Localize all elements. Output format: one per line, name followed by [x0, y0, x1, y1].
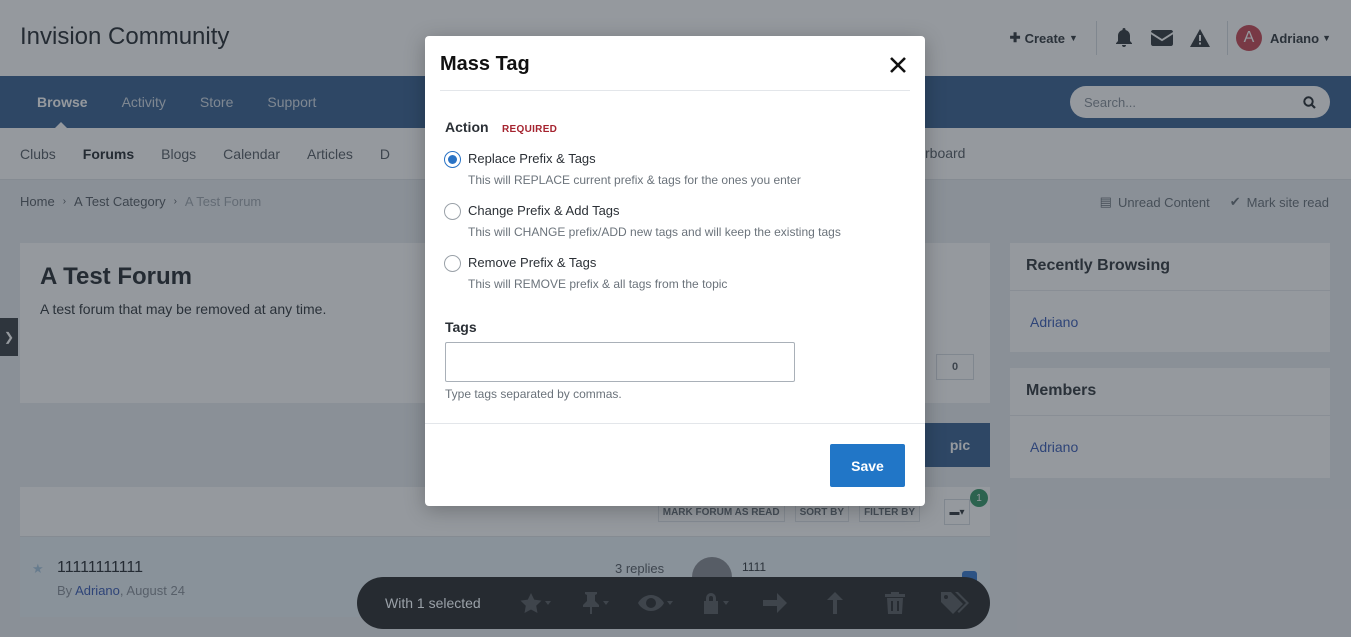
radio-label[interactable]: Change Prefix & Add Tags [468, 203, 620, 218]
moderation-bar: With 1 selected [357, 577, 990, 629]
radio-description: This will REPLACE current prefix & tags … [468, 173, 801, 187]
tags-label: Tags [445, 319, 477, 335]
merge-icon[interactable] [805, 592, 865, 614]
tags-hint: Type tags separated by commas. [445, 387, 622, 401]
eye-icon[interactable] [625, 595, 685, 611]
trash-icon[interactable] [865, 592, 925, 614]
dialog-footer-divider [425, 423, 925, 424]
tags-input[interactable] [445, 342, 795, 382]
tags-icon[interactable] [925, 592, 985, 614]
selection-count: With 1 selected [385, 595, 481, 611]
save-button[interactable]: Save [830, 444, 905, 487]
lock-icon[interactable] [685, 592, 745, 614]
star-icon[interactable] [505, 593, 565, 613]
dialog-title: Mass Tag [440, 53, 530, 75]
required-badge: REQUIRED [502, 124, 558, 135]
radio-label[interactable]: Replace Prefix & Tags [468, 151, 596, 166]
radio-label[interactable]: Remove Prefix & Tags [468, 255, 596, 270]
radio-description: This will CHANGE prefix/ADD new tags and… [468, 225, 841, 239]
dialog-header: Mass Tag [440, 36, 910, 91]
mass-tag-dialog: Mass Tag Action REQUIRED Replace Prefix … [425, 36, 925, 506]
move-arrow-icon[interactable] [745, 593, 805, 613]
radio-button-remove[interactable] [444, 255, 461, 272]
radio-button-change[interactable] [444, 203, 461, 220]
action-label: Action [445, 119, 489, 135]
radio-button-replace[interactable] [444, 151, 461, 168]
close-icon[interactable] [888, 55, 908, 75]
pin-icon[interactable] [565, 592, 625, 614]
radio-description: This will REMOVE prefix & all tags from … [468, 277, 728, 291]
